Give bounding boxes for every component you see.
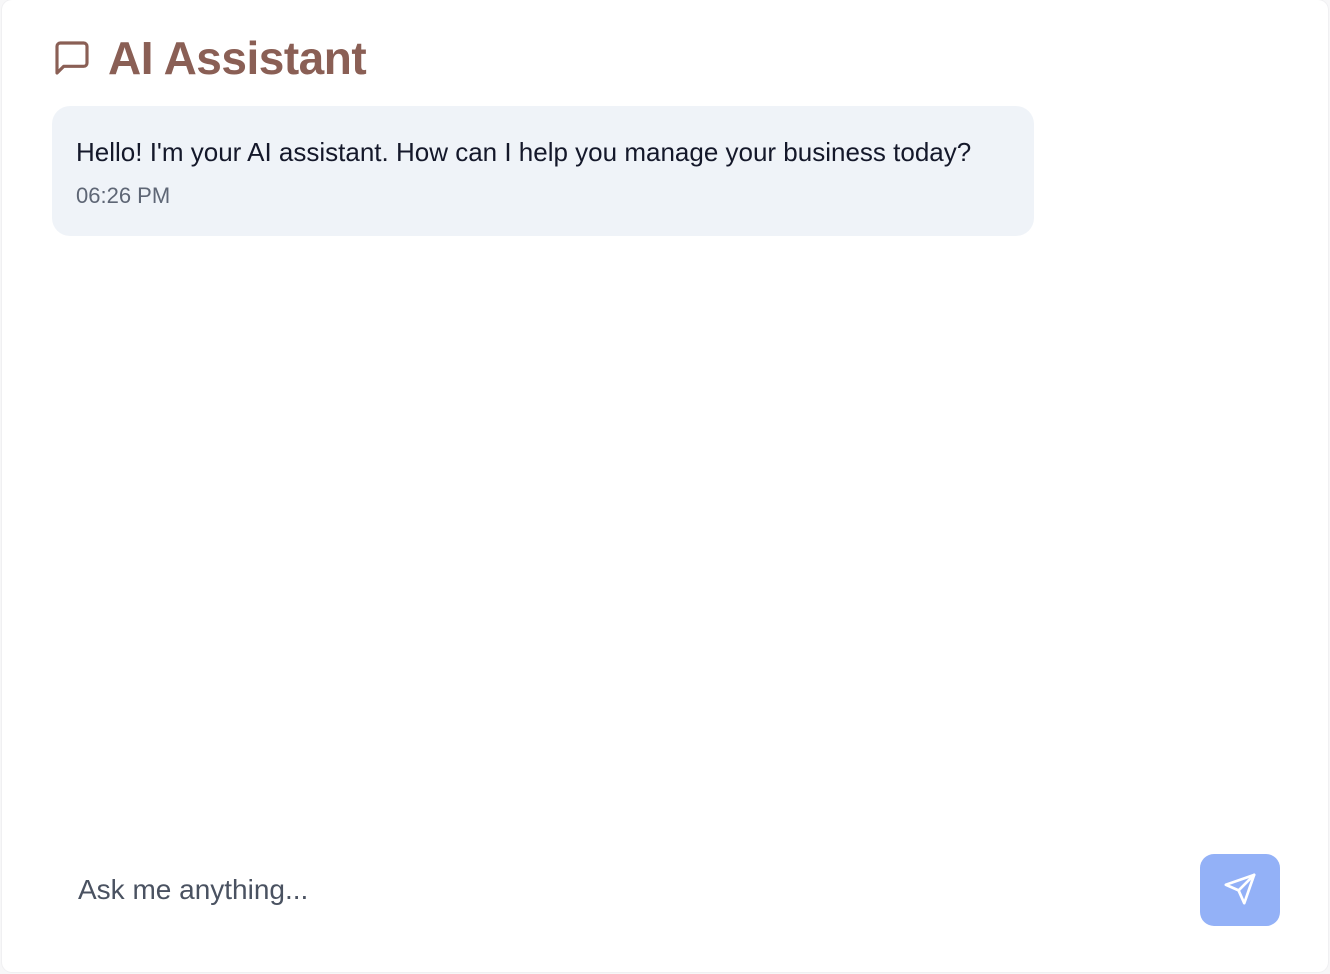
assistant-message: Hello! I'm your AI assistant. How can I … — [52, 106, 1034, 236]
message-square-icon — [52, 38, 92, 78]
chat-header: AI Assistant — [52, 30, 367, 86]
send-button[interactable] — [1200, 854, 1280, 926]
page-title: AI Assistant — [108, 32, 367, 84]
message-timestamp: 06:26 PM — [76, 183, 171, 208]
message-input[interactable] — [52, 852, 1172, 928]
send-icon — [1223, 872, 1257, 909]
chat-panel: AI Assistant Hello! I'm your AI assistan… — [2, 0, 1328, 972]
message-text: Hello! I'm your AI assistant. How can I … — [76, 137, 972, 167]
composer — [52, 852, 1280, 928]
